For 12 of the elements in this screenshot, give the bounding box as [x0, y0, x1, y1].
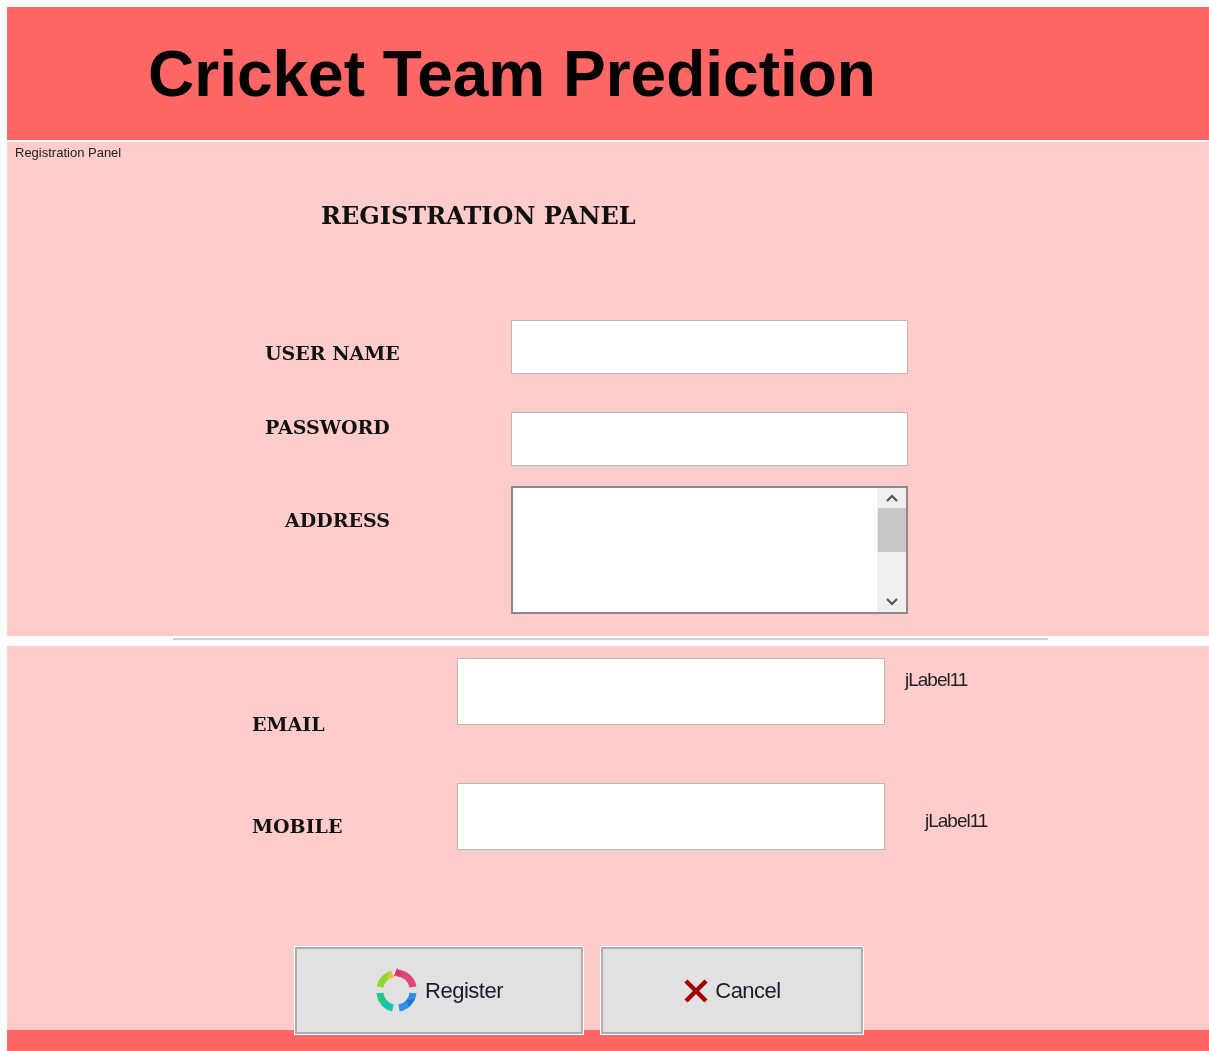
register-button[interactable]: Register [295, 947, 583, 1034]
field-label: EMAIL [252, 713, 326, 735]
field-label: USER NAME [265, 342, 401, 364]
field-note: jLabel11 [925, 810, 988, 832]
field-label: MOBILE [252, 815, 344, 837]
field-note: jLabel11 [905, 669, 968, 691]
panel-border-title: Registration Panel [15, 145, 123, 161]
cancel-button[interactable]: Cancel [601, 947, 863, 1034]
panel-heading: REGISTRATION PANEL [321, 201, 636, 230]
app-title: Cricket Team Prediction [148, 41, 876, 106]
field-label: PASSWORD [265, 416, 391, 438]
field-label: ADDRESS [285, 509, 391, 531]
